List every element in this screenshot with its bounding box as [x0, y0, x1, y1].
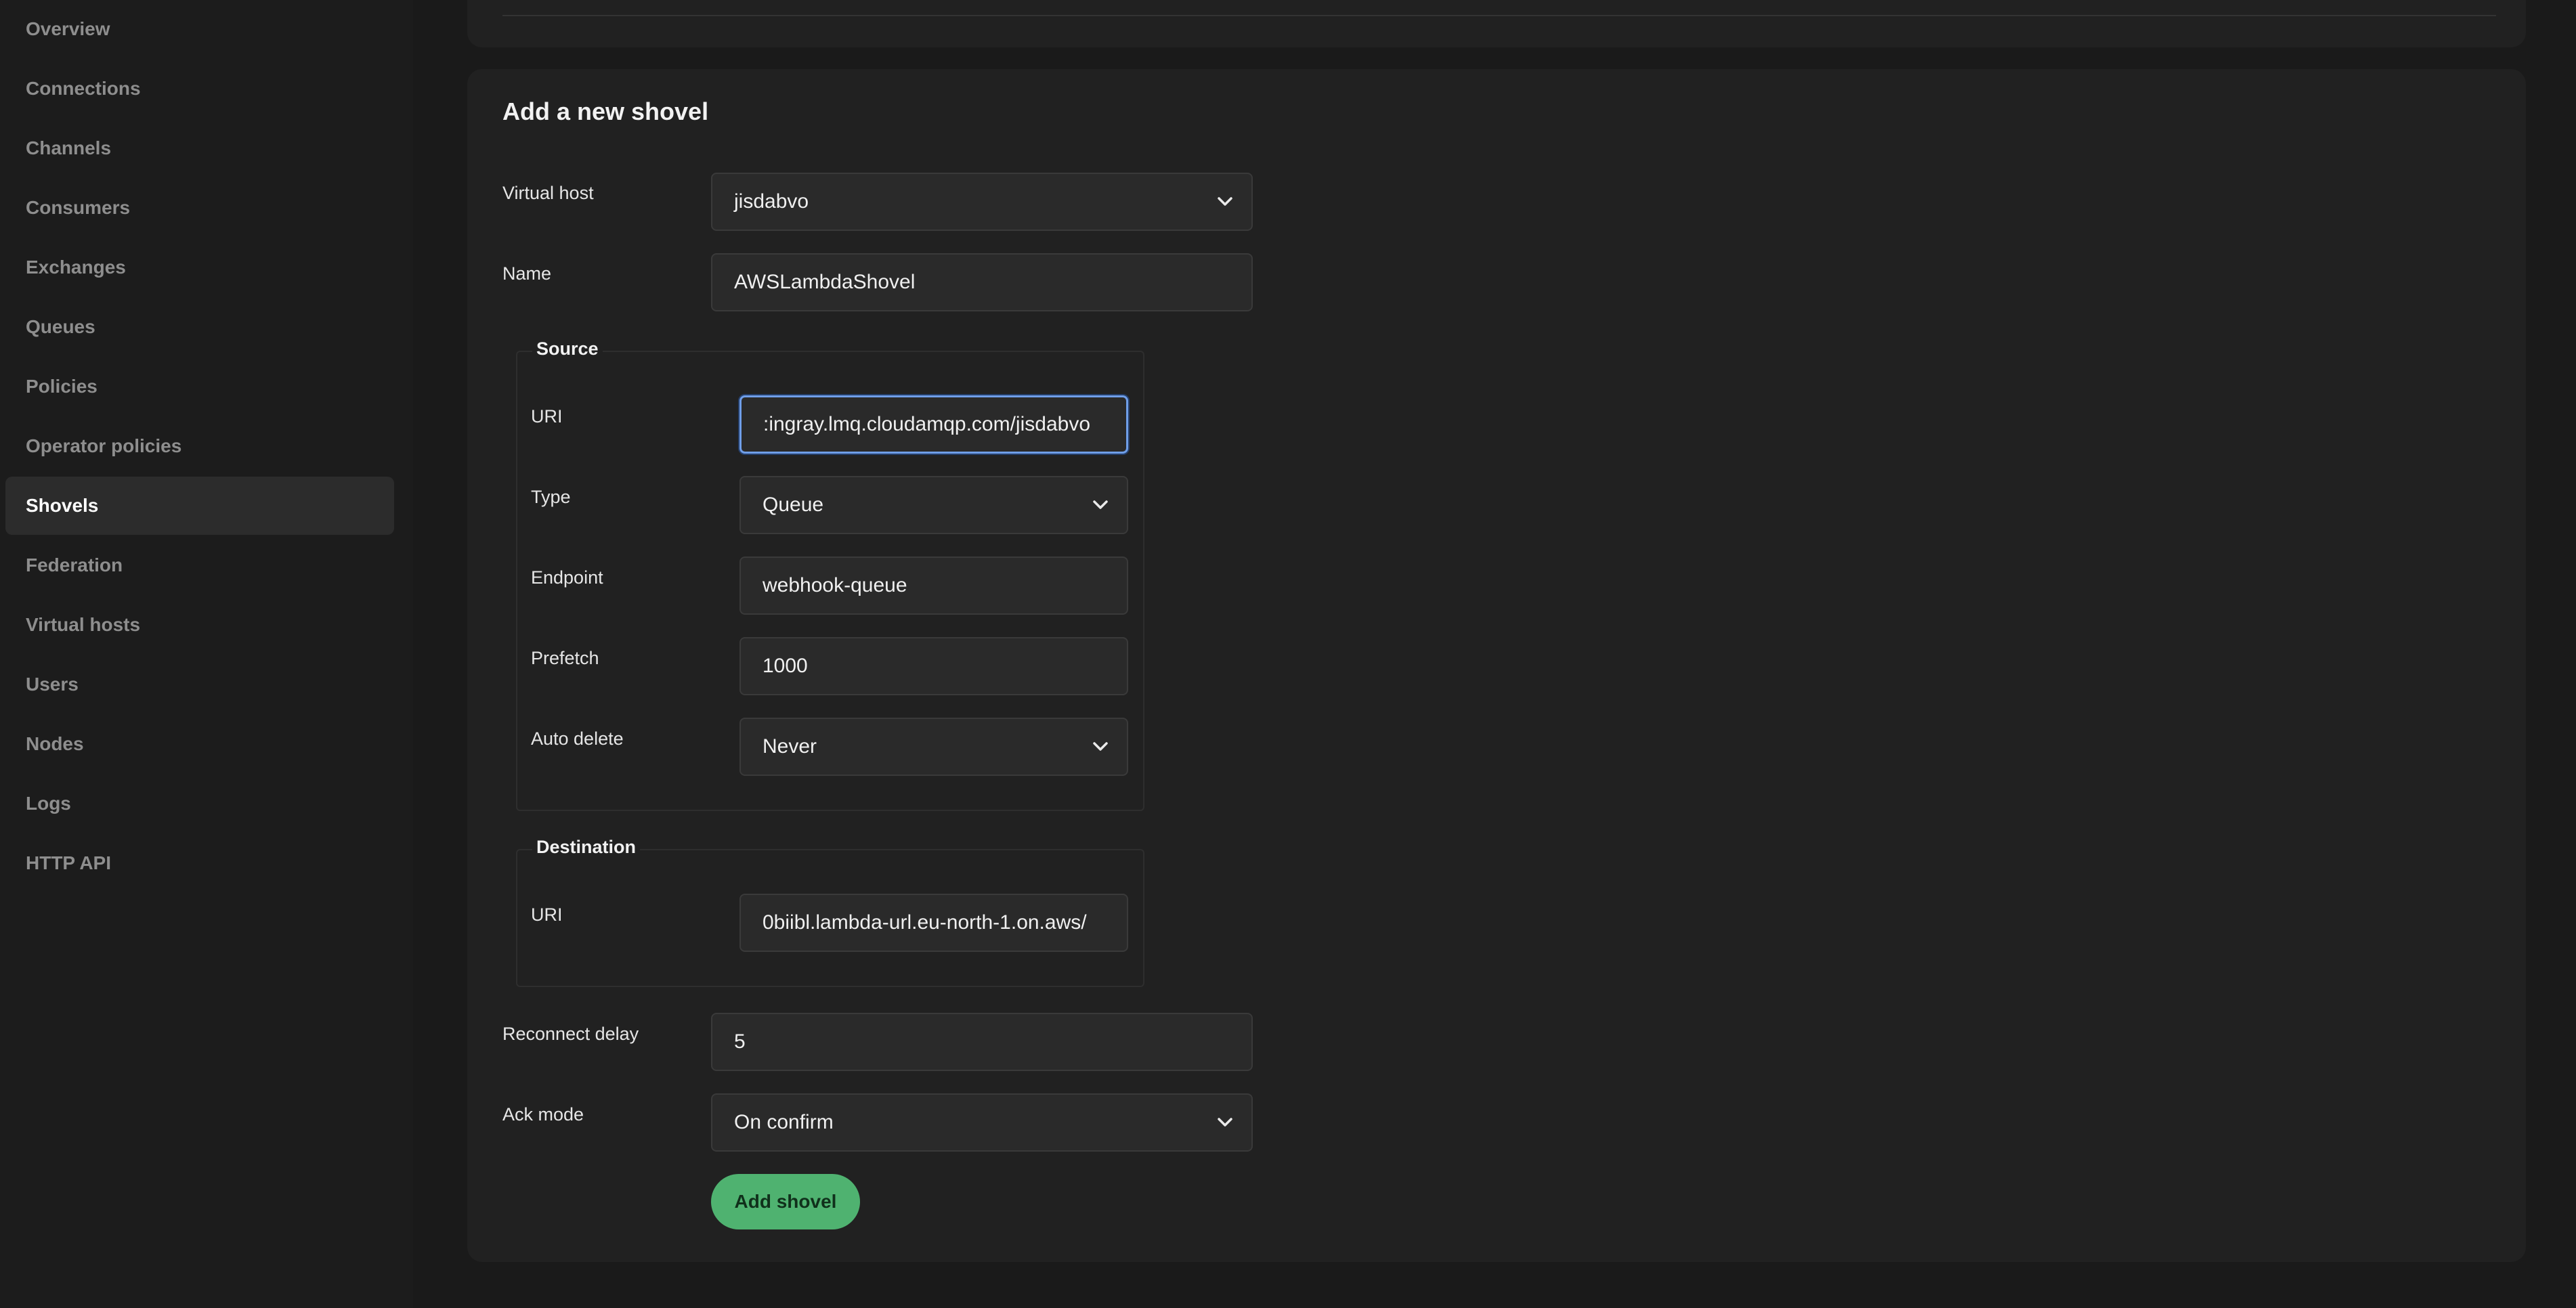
reconnect-delay-input[interactable]: 5 — [711, 1013, 1253, 1071]
source-auto-delete-select[interactable]: Never — [739, 718, 1128, 776]
destination-uri-input[interactable]: 0biibl.lambda-url.eu-north-1.on.aws/ — [739, 894, 1128, 952]
sidebar-item-users[interactable]: Users — [5, 655, 394, 714]
reconnect-delay-label: Reconnect delay — [502, 1024, 639, 1044]
name-label: Name — [502, 263, 552, 284]
sidebar-item-channels[interactable]: Channels — [5, 119, 394, 177]
sidebar-item-operator-policies[interactable]: Operator policies — [5, 417, 394, 475]
source-type-label: Type — [531, 487, 571, 507]
chevron-down-icon — [1093, 742, 1108, 751]
shovels-table-bottom — [502, 0, 2496, 16]
ack-mode-select[interactable]: On confirm — [711, 1093, 1253, 1152]
sidebar-item-policies[interactable]: Policies — [5, 357, 394, 416]
source-type-value: Queue — [763, 494, 824, 516]
sidebar-item-consumers[interactable]: Consumers — [5, 179, 394, 237]
source-prefetch-input[interactable]: 1000 — [739, 637, 1128, 695]
sidebar-item-exchanges[interactable]: Exchanges — [5, 238, 394, 297]
sidebar-item-shovels[interactable]: Shovels — [5, 477, 394, 535]
source-endpoint-label: Endpoint — [531, 567, 603, 588]
source-endpoint-input[interactable]: webhook-queue — [739, 557, 1128, 615]
vhost-label: Virtual host — [502, 183, 594, 203]
form-title: Add a new shovel — [502, 97, 709, 125]
source-auto-delete-value: Never — [763, 735, 817, 758]
ack-mode-value: On confirm — [734, 1111, 834, 1133]
vhost-select[interactable]: jisdabvo — [711, 173, 1253, 231]
sidebar-item-queues[interactable]: Queues — [5, 298, 394, 356]
name-input[interactable]: AWSLambdaShovel — [711, 253, 1253, 311]
source-auto-delete-label: Auto delete — [531, 728, 624, 749]
sidebar-item-http-api[interactable]: HTTP API — [5, 834, 394, 892]
chevron-down-icon — [1218, 197, 1232, 206]
sidebar-item-nodes[interactable]: Nodes — [5, 715, 394, 773]
chevron-down-icon — [1218, 1118, 1232, 1127]
source-legend: Source — [532, 339, 603, 359]
destination-fieldset: Destination URI 0biibl.lambda-url.eu-nor… — [516, 837, 1144, 987]
sidebar-item-overview[interactable]: Overview — [5, 0, 394, 58]
source-uri-label: URI — [531, 406, 563, 427]
source-type-select[interactable]: Queue — [739, 476, 1128, 534]
source-prefetch-label: Prefetch — [531, 648, 599, 668]
sidebar: Overview Connections Channels Consumers … — [0, 0, 413, 1308]
chevron-down-icon — [1093, 500, 1108, 509]
source-fieldset: Source URI :ingray.lmq.cloudamqp.com/jis… — [516, 339, 1144, 811]
destination-uri-label: URI — [531, 904, 563, 925]
ack-mode-label: Ack mode — [502, 1104, 584, 1125]
sidebar-item-virtual-hosts[interactable]: Virtual hosts — [5, 596, 394, 654]
destination-legend: Destination — [532, 837, 641, 858]
add-shovel-form: Add a new shovel Virtual host jisdabvo N… — [467, 69, 2526, 1262]
add-shovel-button[interactable]: Add shovel — [711, 1174, 860, 1229]
shovels-list-card — [467, 0, 2526, 47]
sidebar-item-federation[interactable]: Federation — [5, 536, 394, 594]
sidebar-item-connections[interactable]: Connections — [5, 60, 394, 118]
vhost-select-value: jisdabvo — [734, 190, 809, 213]
sidebar-item-logs[interactable]: Logs — [5, 775, 394, 833]
source-uri-input[interactable]: :ingray.lmq.cloudamqp.com/jisdabvo — [739, 395, 1128, 454]
